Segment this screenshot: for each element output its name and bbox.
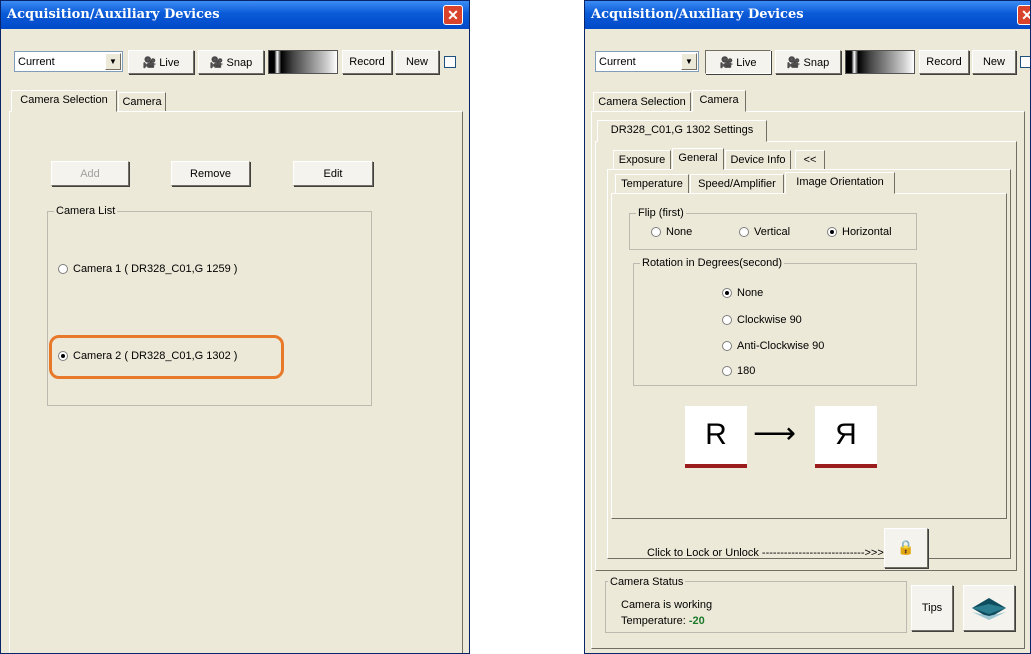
orientation-result: Я: [815, 406, 877, 468]
snap-label: Snap: [226, 57, 253, 69]
intensity-gradient-bar: [268, 50, 338, 74]
mode-combo[interactable]: Current ▼: [595, 51, 699, 72]
camera-icon: 🎥: [209, 57, 224, 69]
flip-horizontal-label: Horizontal: [842, 226, 892, 238]
intensity-gradient-bar: [845, 50, 915, 74]
temperature-row: Temperature: -20: [621, 615, 705, 627]
flip-none-label: None: [666, 226, 693, 238]
tips-button[interactable]: Tips: [911, 585, 953, 631]
tab-camera[interactable]: Camera: [692, 90, 746, 112]
lock-instruction-text: Click to Lock or Unlock ----------------…: [647, 547, 884, 559]
radio-icon: [58, 264, 68, 275]
window-title: Acquisition/Auxiliary Devices: [591, 7, 804, 22]
close-button[interactable]: ✕: [1017, 5, 1030, 25]
rotation-cw90-label: Clockwise 90: [737, 314, 802, 326]
tab-device-info[interactable]: Device Info: [725, 150, 791, 170]
camera-list-caption: Camera List: [54, 205, 118, 217]
collapse-tabs-button[interactable]: <<: [795, 150, 825, 170]
camera-icon: 🎥: [142, 57, 157, 69]
tab-speed-amplifier[interactable]: Speed/Amplifier: [690, 174, 784, 194]
rotation-caption: Rotation in Degrees(second): [640, 257, 785, 269]
radio-selected-icon: [722, 288, 732, 299]
tab-general[interactable]: General: [672, 148, 724, 170]
add-button[interactable]: Add: [51, 161, 129, 186]
tab-temperature[interactable]: Temperature: [615, 174, 689, 194]
rotation-none-radio[interactable]: None: [722, 287, 763, 299]
toolbar-checkbox[interactable]: [444, 56, 456, 68]
rotation-180-radio[interactable]: 180: [722, 365, 755, 377]
rotation-acw90-label: Anti-Clockwise 90: [737, 340, 825, 352]
orientation-arrow: ⟶: [753, 417, 797, 450]
snap-button[interactable]: 🎥 Snap: [775, 50, 841, 74]
remove-button[interactable]: Remove: [171, 161, 250, 186]
rotation-cw90-radio[interactable]: Clockwise 90: [722, 314, 802, 326]
temperature-value: -20: [688, 615, 705, 627]
live-label: Live: [159, 57, 180, 69]
flip-caption: Flip (first): [636, 207, 686, 219]
snap-label: Snap: [803, 57, 830, 69]
lock-button[interactable]: 🔒: [884, 528, 928, 568]
tab-exposure[interactable]: Exposure: [613, 150, 671, 170]
toolbar-checkbox[interactable]: [1020, 56, 1030, 68]
window-title: Acquisition/Auxiliary Devices: [7, 7, 220, 22]
mode-combo-value: Current: [599, 56, 636, 68]
flip-vertical-label: Vertical: [754, 226, 791, 238]
new-button[interactable]: New: [395, 50, 439, 74]
rotation-none-label: None: [737, 287, 764, 299]
temperature-label: Temperature:: [621, 615, 686, 627]
radio-icon: [722, 341, 732, 352]
right-window: Acquisition/Auxiliary Devices ✕ Current …: [584, 0, 1031, 654]
radio-icon: [722, 366, 732, 377]
mode-combo-value: Current: [18, 56, 55, 68]
record-button[interactable]: Record: [342, 50, 392, 74]
left-window: Acquisition/Auxiliary Devices ✕ Current …: [0, 0, 470, 654]
tab-camera[interactable]: Camera: [118, 92, 166, 112]
flip-vertical-radio[interactable]: Vertical: [739, 226, 790, 238]
orientation-original: R: [685, 406, 747, 468]
chevron-down-icon[interactable]: ▼: [105, 53, 121, 70]
camera-icon: 🎥: [719, 57, 734, 69]
lock-icon: 🔒: [897, 539, 915, 555]
close-button[interactable]: ✕: [443, 5, 463, 25]
layers-button[interactable]: [963, 585, 1015, 631]
radio-icon: [739, 227, 749, 238]
live-label: Live: [736, 57, 757, 69]
live-button[interactable]: 🎥 Live: [128, 50, 194, 74]
record-button[interactable]: Record: [919, 50, 969, 74]
new-button[interactable]: New: [972, 50, 1016, 74]
chevron-down-icon[interactable]: ▼: [681, 53, 697, 70]
highlight-annotation: [49, 335, 284, 379]
tab-camera-selection[interactable]: Camera Selection: [11, 90, 117, 112]
rotation-180-label: 180: [737, 365, 756, 377]
tab-camera-selection[interactable]: Camera Selection: [593, 92, 691, 112]
tab-settings[interactable]: DR328_C01,G 1302 Settings: [597, 120, 767, 142]
title-bar: Acquisition/Auxiliary Devices ✕: [1, 1, 469, 29]
camera-status-caption: Camera Status: [608, 576, 686, 588]
live-button[interactable]: 🎥 Live: [705, 50, 771, 74]
flip-none-radio[interactable]: None: [651, 226, 692, 238]
edit-button[interactable]: Edit: [293, 161, 373, 186]
layers-icon: [972, 598, 1006, 620]
camera-1-radio[interactable]: Camera 1 ( DR328_C01,G 1259 ): [58, 263, 237, 275]
radio-selected-icon: [827, 227, 837, 238]
tab-image-orientation[interactable]: Image Orientation: [785, 172, 895, 194]
camera-1-label: Camera 1 ( DR328_C01,G 1259 ): [73, 263, 238, 275]
flip-horizontal-radio[interactable]: Horizontal: [827, 226, 892, 238]
radio-icon: [651, 227, 661, 238]
camera-icon: 🎥: [786, 57, 801, 69]
rotation-acw90-radio[interactable]: Anti-Clockwise 90: [722, 340, 824, 352]
title-bar: Acquisition/Auxiliary Devices ✕: [585, 1, 1030, 29]
radio-icon: [722, 315, 732, 326]
mode-combo[interactable]: Current ▼: [14, 51, 123, 72]
status-text: Camera is working: [621, 599, 713, 611]
snap-button[interactable]: 🎥 Snap: [198, 50, 264, 74]
